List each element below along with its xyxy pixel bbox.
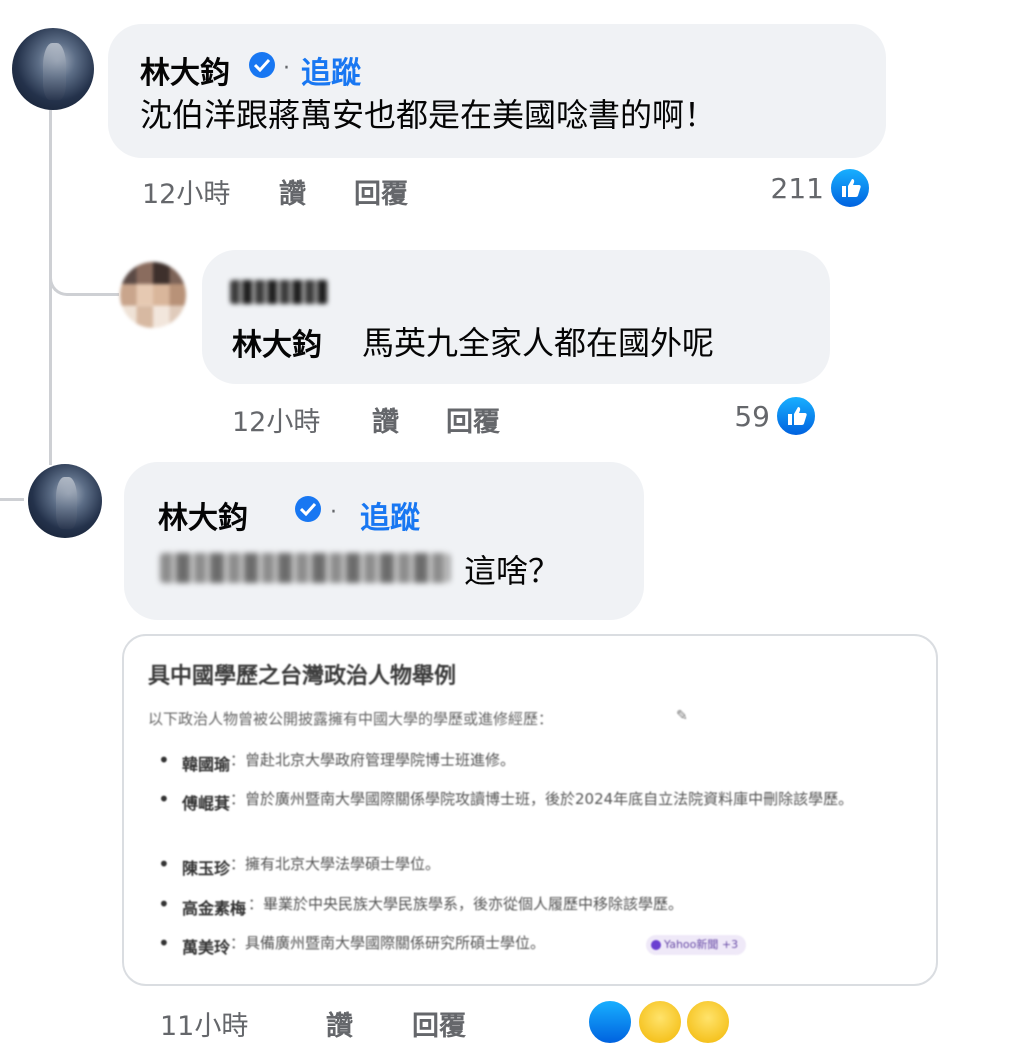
verified-badge-icon [295,496,321,522]
comment-timestamp[interactable]: 12小時 [142,172,230,211]
follow-button[interactable]: 追蹤 [360,493,420,537]
list-item-text: ：畢業於中央民族大學民族學系，後亦從個人履歷中移除該學歷。 [248,895,684,913]
reaction-count[interactable]: 59 [700,400,770,433]
list-bullet: • [158,787,170,811]
follow-button[interactable]: 追蹤 [301,48,361,92]
source-chip: Yahoo新聞 +3 [646,935,747,955]
comment-text: 沈伯洋跟蔣萬安也都是在美國唸書的啊！ [140,96,717,134]
like-button[interactable]: 讚 [326,1004,353,1043]
like-reaction-icon [774,394,818,438]
list-item-text: ：擁有北京大學法學碩士學位。 [230,855,441,873]
separator-dot: · [330,500,337,525]
list-item-name: 萬美玲 [182,938,231,957]
list-bullet: • [158,892,170,916]
reply-timestamp[interactable]: 12小時 [232,400,320,439]
list-item-text: ：曾於廣州暨南大學國際關係學院攻讀博士班，後於2024年底自立法院資料庫中刪除該… [230,790,854,808]
list-item-name: 傅崐萁 [182,794,231,813]
card-intro: 以下政治人物曾被公開披露擁有中國大學的學歷或進修經歷： [148,710,554,728]
list-item-name: 高金素梅 [182,899,247,918]
attached-image-card[interactable]: 具中國學歷之台灣政治人物舉例 以下政治人物曾被公開披露擁有中國大學的學歷或進修經… [122,634,938,986]
reply-button[interactable]: 回覆 [446,400,500,439]
comment-text: 這啥？ [464,552,561,590]
avatar[interactable] [120,262,186,328]
like-reaction-icon [586,998,634,1046]
thread-line-branch [49,240,119,296]
separator-dot: · [283,56,290,81]
haha-reaction-icon [636,998,684,1046]
comment-author[interactable]: 林大鈞 [158,493,248,537]
reply-timestamp[interactable]: 11小時 [160,1004,248,1043]
edit-icon: ✎ [676,708,688,724]
reply-author-name[interactable] [230,280,328,304]
card-title: 具中國學歷之台灣政治人物舉例 [148,664,457,689]
list-bullet: • [158,852,170,876]
list-bullet: • [158,931,170,955]
like-button[interactable]: 讚 [279,172,306,211]
list-item-name: 韓國瑜 [182,755,231,774]
like-button[interactable]: 讚 [372,400,399,439]
comment-author[interactable]: 林大鈞 [140,48,230,92]
sad-reaction-icon [684,998,732,1046]
reply-button[interactable]: 回覆 [354,172,408,211]
comment-bubble [124,462,644,620]
reply-button[interactable]: 回覆 [412,1004,466,1043]
list-bullet: • [158,748,170,772]
mention-link[interactable] [160,553,450,583]
list-item-text: ：曾赴北京大學政府管理學院博士班進修。 [230,751,516,769]
reaction-count[interactable]: 211 [740,172,824,205]
thread-line-branch-2 [0,498,24,501]
mention-link[interactable]: 林大鈞 [232,320,322,364]
verified-badge-icon [249,52,275,78]
list-item-text: ：具備廣州暨南大學國際關係研究所碩士學位。 [230,934,546,952]
like-reaction-icon [828,166,872,210]
avatar[interactable] [12,28,94,110]
list-item-name: 陳玉珍 [182,859,231,878]
avatar[interactable] [28,464,102,538]
reply-text: 馬英九全家人都在國外呢 [362,324,715,362]
